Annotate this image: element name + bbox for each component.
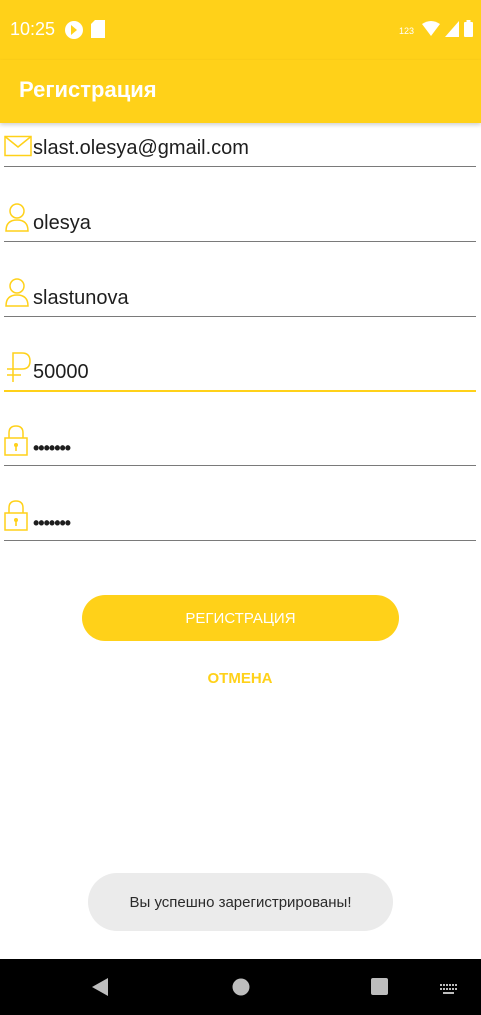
recents-icon[interactable] <box>371 978 388 1000</box>
home-icon[interactable] <box>232 978 250 1001</box>
password-value: ••••••• <box>33 438 71 458</box>
password-confirm-field[interactable]: ••••••• <box>4 496 476 541</box>
cancel-button[interactable]: ОТМЕНА <box>170 664 310 692</box>
app-bar: Регистрация <box>0 60 481 123</box>
toast-message: Вы успешно зарегистрированы! <box>88 873 393 931</box>
lock-icon <box>4 499 28 536</box>
status-time: 10:25 <box>10 19 56 39</box>
password-confirm-value: ••••••• <box>33 513 71 533</box>
back-icon[interactable] <box>91 978 109 1001</box>
keyboard-icon[interactable] <box>440 981 457 999</box>
email-field[interactable]: slast.olesya@gmail.com <box>4 122 476 167</box>
status-right-icons: 123 <box>399 20 473 42</box>
last-name-value: slastunova <box>33 287 129 309</box>
wifi-icon <box>422 20 440 42</box>
app-notification-icon <box>64 20 84 45</box>
first-name-field[interactable]: olesya <box>4 197 476 242</box>
signal-icon <box>445 20 459 42</box>
network-label: 123 <box>398 26 414 36</box>
ruble-icon <box>4 351 32 388</box>
battery-icon <box>464 20 473 42</box>
navigation-bar <box>0 959 481 1015</box>
sd-card-icon <box>91 20 105 43</box>
page-title: Регистрация <box>19 77 157 102</box>
password-field[interactable]: ••••••• <box>4 421 476 466</box>
last-name-field[interactable]: slastunova <box>4 272 476 317</box>
person-icon <box>4 277 30 312</box>
first-name-value: olesya <box>33 212 91 234</box>
status-bar: 10:25 123 <box>0 0 481 60</box>
email-value: slast.olesya@gmail.com <box>33 137 249 159</box>
lock-icon <box>4 424 28 461</box>
register-button[interactable]: РЕГИСТРАЦИЯ <box>82 595 399 641</box>
amount-field[interactable]: 50000 <box>4 346 476 392</box>
person-icon <box>4 202 30 237</box>
amount-value: 50000 <box>33 361 89 383</box>
mail-icon <box>4 135 32 162</box>
